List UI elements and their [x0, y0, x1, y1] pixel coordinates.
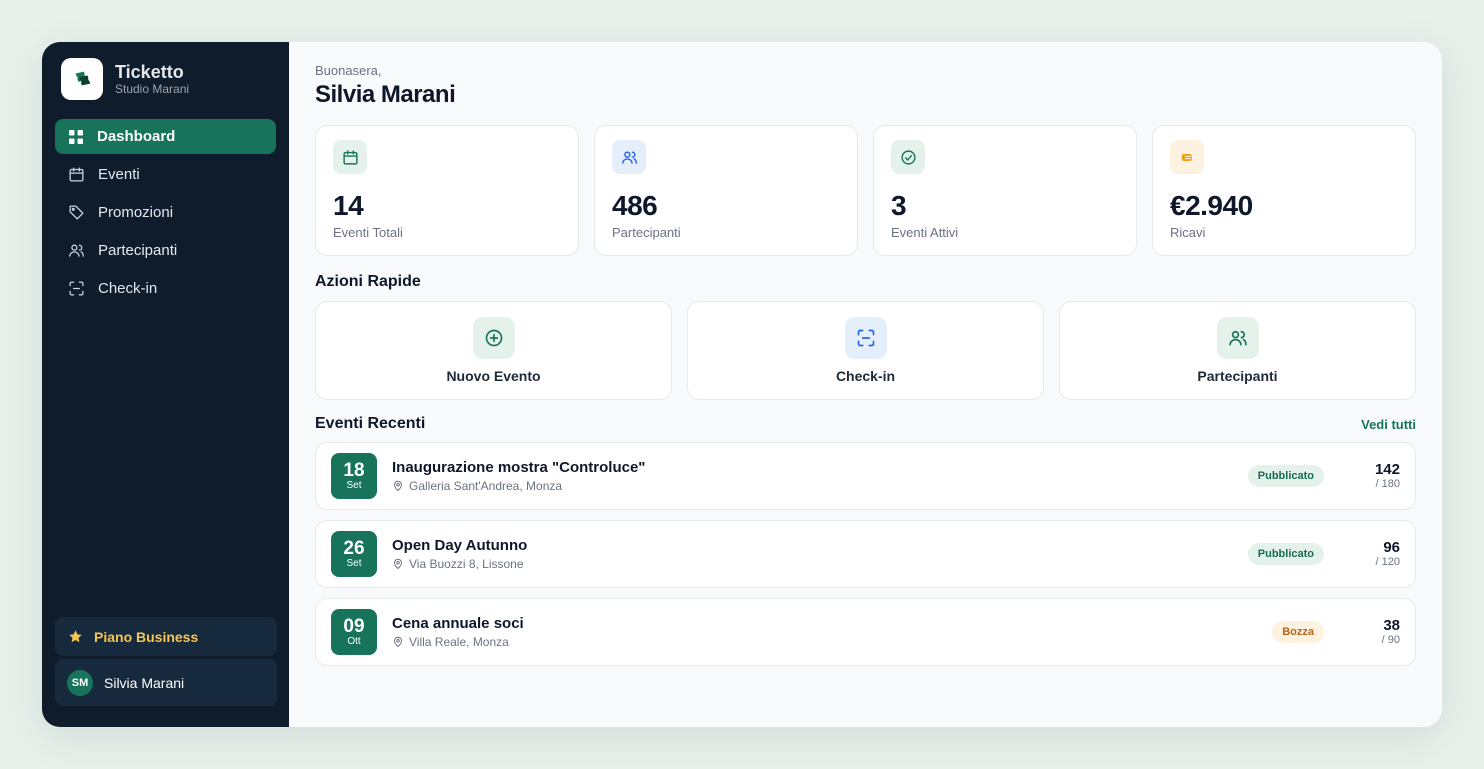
status-badge: Pubblicato — [1247, 543, 1324, 565]
sidebar-item-label: Eventi — [98, 166, 140, 183]
attendance-capacity: / 180 — [1375, 478, 1400, 490]
date-badge: 18 Set — [331, 453, 377, 499]
stat-card-eventi-attivi[interactable]: 3 Eventi Attivi — [873, 125, 1137, 256]
grid-icon — [69, 129, 83, 144]
attendance-value: 142 — [1374, 461, 1400, 478]
event-location-text: Villa Reale, Monza — [409, 635, 509, 649]
star-icon — [69, 630, 82, 643]
action-label: Check-in — [835, 368, 896, 384]
events-list: 18 Set Inaugurazione mostra "Controluce"… — [315, 442, 1416, 666]
recent-events-header: Eventi Recenti Vedi tutti — [315, 415, 1416, 433]
brand-subtitle: Studio Marani — [115, 82, 190, 96]
see-all-link[interactable]: Vedi tutti — [1361, 417, 1416, 432]
stat-label: Ricavi — [1170, 225, 1206, 240]
avatar: SM — [67, 669, 93, 696]
user-name: Silvia Marani — [104, 674, 185, 691]
map-pin-icon — [393, 480, 403, 492]
main-content: Buonasera, Silvia Marani 14 Eventi Total… — [289, 42, 1442, 727]
event-title: Inaugurazione mostra "Controluce" — [392, 459, 646, 476]
participants-button[interactable]: Partecipanti — [1059, 301, 1416, 400]
check-in-button[interactable]: Check-in — [687, 301, 1044, 400]
plan-badge[interactable]: Piano Business — [55, 617, 277, 656]
stat-value: 486 — [612, 190, 658, 221]
attendance-count: 38 / 90 — [1324, 617, 1400, 647]
check-circle-icon — [891, 140, 925, 174]
date-day: 26 — [343, 537, 365, 559]
event-title: Open Day Autunno — [392, 537, 528, 554]
event-location: Villa Reale, Monza — [392, 635, 1272, 649]
attendance-value: 96 — [1383, 539, 1400, 556]
event-title: Cena annuale soci — [392, 615, 524, 632]
map-pin-icon — [393, 636, 403, 648]
event-location: Galleria Sant'Andrea, Monza — [392, 479, 1248, 493]
quick-actions-title: Azioni Rapide — [315, 273, 421, 290]
date-day: 09 — [343, 615, 365, 637]
stat-label: Eventi Totali — [333, 225, 403, 240]
attendance-value: 38 — [1383, 617, 1400, 634]
event-location: Via Buozzi 8, Lissone — [392, 557, 1248, 571]
attendance-count: 142 / 180 — [1324, 461, 1400, 491]
sidebar: Ticketto Studio Marani Dashboard Eventi … — [42, 42, 289, 727]
date-month: Ott — [347, 635, 361, 647]
sidebar-item-eventi[interactable]: Eventi — [55, 157, 276, 192]
tag-icon — [69, 205, 84, 220]
date-badge: 09 Ott — [331, 609, 377, 655]
sidebar-item-promozioni[interactable]: Promozioni — [55, 195, 276, 230]
date-badge: 26 Set — [331, 531, 377, 577]
list-item[interactable]: 18 Set Inaugurazione mostra "Controluce"… — [315, 442, 1416, 510]
stat-label: Eventi Attivi — [891, 225, 959, 240]
sidebar-item-dashboard[interactable]: Dashboard — [55, 119, 276, 154]
plus-circle-icon — [472, 317, 515, 359]
brand[interactable]: Ticketto Studio Marani — [55, 58, 276, 100]
sidebar-item-label: Check-in — [98, 280, 158, 297]
status-badge: Bozza — [1272, 621, 1324, 643]
sidebar-item-label: Partecipanti — [98, 242, 178, 259]
action-label: Nuovo Evento — [446, 368, 541, 384]
action-label: Partecipanti — [1197, 368, 1278, 384]
wallet-icon — [1170, 140, 1204, 174]
recent-events-title: Eventi Recenti — [315, 415, 426, 432]
quick-actions: Nuovo Evento Check-in Partecipanti — [315, 301, 1416, 400]
sidebar-item-partecipanti[interactable]: Partecipanti — [55, 233, 276, 268]
stat-value: €2.940 — [1170, 190, 1253, 221]
calendar-icon — [69, 167, 84, 182]
page-title: Silvia Marani — [315, 81, 456, 108]
list-item[interactable]: 26 Set Open Day Autunno Via Buozzi 8, Li… — [315, 520, 1416, 588]
sidebar-item-label: Dashboard — [97, 128, 176, 145]
scan-icon — [69, 281, 84, 296]
app-window: Ticketto Studio Marani Dashboard Eventi … — [42, 42, 1442, 727]
new-event-button[interactable]: Nuovo Evento — [315, 301, 672, 400]
attendance-count: 96 / 120 — [1324, 539, 1400, 569]
scan-icon — [844, 317, 887, 359]
event-location-text: Galleria Sant'Andrea, Monza — [409, 479, 563, 493]
date-month: Set — [346, 557, 362, 569]
stat-value: 14 — [333, 190, 364, 221]
sidebar-nav: Dashboard Eventi Promozioni Partecipanti… — [55, 119, 276, 306]
attendance-capacity: / 120 — [1375, 556, 1400, 568]
users-icon — [69, 244, 84, 257]
stat-card-eventi-totali[interactable]: 14 Eventi Totali — [315, 125, 579, 256]
attendance-capacity: / 90 — [1381, 634, 1400, 646]
stat-label: Partecipanti — [612, 225, 681, 240]
calendar-icon — [333, 140, 367, 174]
users-icon — [612, 140, 646, 174]
brand-name: Ticketto — [115, 62, 184, 82]
list-item[interactable]: 09 Ott Cena annuale soci Villa Reale, Mo… — [315, 598, 1416, 666]
status-badge: Pubblicato — [1247, 465, 1324, 487]
user-profile[interactable]: SM Silvia Marani — [55, 659, 277, 706]
date-day: 18 — [343, 459, 365, 481]
ticket-logo-icon — [61, 58, 103, 100]
stats-row: 14 Eventi Totali 486 Partecipanti 3 Even… — [315, 125, 1416, 256]
sidebar-item-label: Promozioni — [98, 204, 174, 221]
event-location-text: Via Buozzi 8, Lissone — [409, 557, 524, 571]
stat-card-partecipanti[interactable]: 486 Partecipanti — [594, 125, 858, 256]
sidebar-item-check-in[interactable]: Check-in — [55, 271, 276, 306]
users-icon — [1216, 317, 1259, 359]
greeting: Buonasera, — [315, 63, 382, 78]
map-pin-icon — [393, 558, 403, 570]
date-month: Set — [346, 479, 362, 491]
stat-value: 3 — [891, 190, 907, 221]
plan-label: Piano Business — [94, 628, 199, 645]
stat-card-ricavi[interactable]: €2.940 Ricavi — [1152, 125, 1416, 256]
